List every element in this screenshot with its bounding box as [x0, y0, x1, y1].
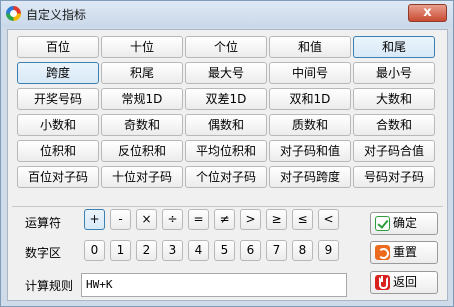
- operator-button[interactable]: ≠: [214, 209, 235, 230]
- indicator-button[interactable]: 跨度: [17, 62, 99, 84]
- window-title: 自定义指标: [26, 8, 87, 22]
- indicator-button[interactable]: 大数和: [353, 88, 435, 110]
- reset-button[interactable]: 重置: [370, 241, 438, 264]
- digit-button[interactable]: 7: [266, 240, 287, 261]
- operator-button[interactable]: =: [188, 209, 209, 230]
- rule-label: 计算规则: [25, 279, 74, 293]
- operator-button[interactable]: -: [110, 209, 131, 230]
- operator-button[interactable]: ≥: [266, 209, 287, 230]
- operator-button[interactable]: ÷: [162, 209, 183, 230]
- back-button[interactable]: 返回: [370, 271, 438, 294]
- back-label: 返回: [393, 275, 418, 289]
- digit-button[interactable]: 1: [110, 240, 131, 261]
- indicator-grid: 百位 十位 个位 和值 和尾跨度 积尾 最大号 中间号 最小号开奖号码 常规1D 双差1D 双和1D 大…: [17, 36, 441, 201]
- indicator-button[interactable]: 个位: [185, 36, 267, 58]
- indicator-button[interactable]: 双和1D: [269, 88, 351, 110]
- rule-input[interactable]: HW+K: [81, 273, 347, 297]
- indicator-button[interactable]: 百位: [17, 36, 99, 58]
- digit-button[interactable]: 9: [318, 240, 339, 261]
- confirm-label: 确定: [393, 216, 418, 230]
- indicator-button[interactable]: 号码对子码: [353, 166, 435, 188]
- reset-icon: [375, 245, 390, 260]
- indicator-button[interactable]: 对子码和值: [269, 140, 351, 162]
- indicator-button[interactable]: 十位对子码: [101, 166, 183, 188]
- indicator-button[interactable]: 最大号: [185, 62, 267, 84]
- indicator-button[interactable]: 小数和: [17, 114, 99, 136]
- indicator-button[interactable]: 十位: [101, 36, 183, 58]
- operator-label: 运算符: [25, 216, 62, 230]
- indicator-button[interactable]: 质数和: [269, 114, 351, 136]
- digit-button[interactable]: 2: [136, 240, 157, 261]
- confirm-button[interactable]: 确定: [370, 212, 438, 235]
- digit-button[interactable]: 5: [214, 240, 235, 261]
- digit-button[interactable]: 8: [292, 240, 313, 261]
- dialog-window: 自定义指标 x 百位 十位 个位 和值 和尾 跨度 积尾 最大号 中间号 最小号 开奖号码 常规1D 双…: [0, 0, 454, 307]
- indicator-button[interactable]: 积尾: [101, 62, 183, 84]
- digit-button[interactable]: 3: [162, 240, 183, 261]
- divider: [12, 206, 443, 207]
- reset-label: 重置: [393, 245, 418, 259]
- content-panel: 百位 十位 个位 和值 和尾跨度 积尾 最大号 中间号 最小号开奖号码 常规1D 双差1D 双和1D 大…: [7, 29, 448, 301]
- power-icon: [375, 275, 390, 290]
- indicator-button[interactable]: 对子码合值: [353, 140, 435, 162]
- indicator-button[interactable]: 反位积和: [101, 140, 183, 162]
- indicator-button[interactable]: 位积和: [17, 140, 99, 162]
- indicator-button[interactable]: 平均位积和: [185, 140, 267, 162]
- indicator-button[interactable]: 百位对子码: [17, 166, 99, 188]
- indicator-button[interactable]: 对子码跨度: [269, 166, 351, 188]
- indicator-button[interactable]: 常规1D: [101, 88, 183, 110]
- indicator-button[interactable]: 开奖号码: [17, 88, 99, 110]
- indicator-button[interactable]: 最小号: [353, 62, 435, 84]
- indicator-button[interactable]: 和尾: [353, 36, 435, 58]
- indicator-button[interactable]: 和值: [269, 36, 351, 58]
- indicator-button[interactable]: 个位对子码: [185, 166, 267, 188]
- operator-button[interactable]: ×: [136, 209, 157, 230]
- digit-button[interactable]: 0: [84, 240, 105, 261]
- indicator-button[interactable]: 偶数和: [185, 114, 267, 136]
- digit-label: 数字区: [25, 246, 62, 260]
- title-bar[interactable]: 自定义指标 x: [1, 1, 453, 27]
- operator-button[interactable]: +: [84, 209, 105, 230]
- indicator-button[interactable]: 中间号: [269, 62, 351, 84]
- app-logo-icon: [6, 6, 21, 21]
- close-button[interactable]: x: [408, 4, 447, 22]
- indicator-button[interactable]: 双差1D: [185, 88, 267, 110]
- digit-button[interactable]: 4: [188, 240, 209, 261]
- indicator-button[interactable]: 合数和: [353, 114, 435, 136]
- operator-button[interactable]: ≤: [292, 209, 313, 230]
- digit-button[interactable]: 6: [240, 240, 261, 261]
- indicator-button[interactable]: 奇数和: [101, 114, 183, 136]
- checkmark-icon: [375, 216, 390, 231]
- operator-button[interactable]: >: [240, 209, 261, 230]
- operator-button[interactable]: <: [318, 209, 339, 230]
